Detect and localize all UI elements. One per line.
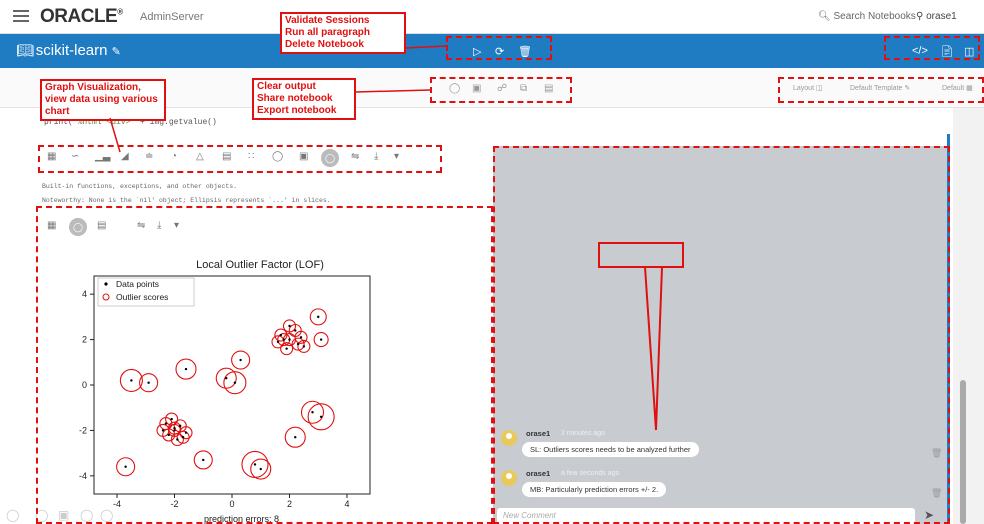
comments-highlight: [493, 146, 950, 524]
annotation-clear: Clear output Share notebook Export noteb…: [252, 78, 356, 120]
hamburger-menu-icon[interactable]: [13, 10, 29, 22]
edit-icon[interactable]: ✎: [112, 46, 121, 58]
scrollbar-track[interactable]: [953, 108, 984, 524]
annotation-validate: Validate Sessions Run all paragraph Dele…: [280, 12, 406, 54]
app-root: ORACLE® AdminServer 🔍︎ Search Notebooks …: [0, 0, 984, 524]
run-controls-highlight: [446, 36, 552, 60]
book-icon: 📖︎: [16, 42, 34, 58]
user-menu[interactable]: ⚲ orase1: [916, 11, 957, 22]
user-icon: ⚲: [916, 11, 924, 22]
brand-logo[interactable]: ORACLE®: [40, 6, 123, 28]
chart-output-highlight: [36, 206, 493, 524]
top-bar: ORACLE® AdminServer 🔍︎ Search Notebooks …: [0, 0, 984, 34]
notebook-title[interactable]: 📖︎ scikit-learn ✎: [16, 42, 121, 59]
back-icon[interactable]: ◯: [6, 508, 19, 522]
search-icon: 🔍︎: [818, 11, 831, 22]
output-controls-highlight: [430, 77, 572, 103]
view-controls-highlight: [884, 36, 980, 60]
scrollbar-thumb[interactable]: [960, 380, 966, 524]
output-text: Built-in functions, exceptions, and othe…: [42, 183, 331, 204]
search-notebooks-link[interactable]: 🔍︎ Search Notebooks: [818, 11, 916, 22]
visualization-toolbar-highlight: [38, 145, 442, 173]
options-highlight: [778, 77, 984, 103]
annotation-graph: Graph Visualization, view data using var…: [40, 79, 166, 121]
server-name: AdminServer: [140, 11, 204, 23]
